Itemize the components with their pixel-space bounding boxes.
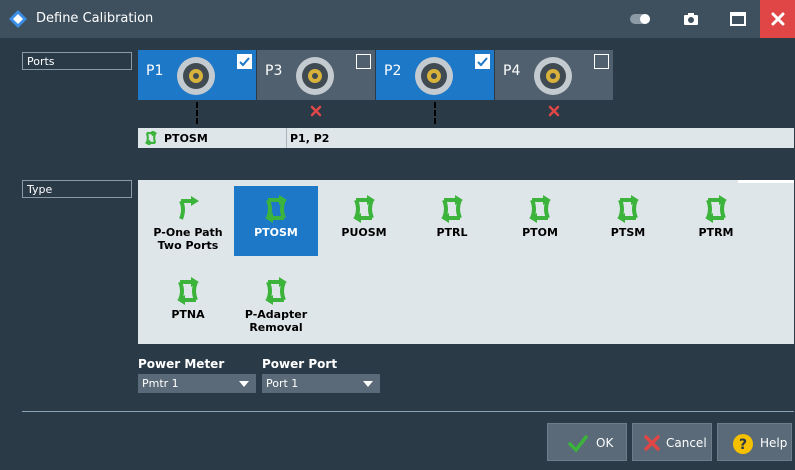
svg-text:?: ? [739, 437, 747, 453]
type-label-line2: Removal [249, 321, 303, 334]
port-name: P1 [146, 63, 164, 79]
type-label: P-Adapter [244, 308, 308, 321]
checkmark-icon [477, 57, 488, 67]
type-p-one-path-two-ports[interactable]: P-One Path Two Ports [146, 186, 230, 268]
connector-icon [415, 57, 453, 95]
two-path-icon [617, 195, 639, 223]
cancel-button[interactable]: Cancel [632, 423, 712, 461]
port-p1[interactable]: P1 [138, 50, 256, 100]
maximize-icon [730, 12, 746, 26]
type-label: PTRL [436, 226, 468, 239]
toggle-button[interactable] [620, 0, 660, 38]
checkmark-icon [568, 435, 588, 453]
two-path-icon [441, 195, 463, 223]
port-name: P3 [265, 63, 283, 79]
type-label: PTRM [698, 226, 734, 239]
type-label-line2: Two Ports [157, 239, 219, 252]
power-meter-label: Power Meter [138, 357, 225, 371]
summary-type: PTOSM [164, 132, 208, 145]
ok-button[interactable]: OK [547, 423, 627, 461]
summary-ports: P1, P2 [290, 132, 330, 145]
two-path-icon [177, 277, 199, 305]
title-bar: Define Calibration [0, 0, 795, 38]
type-label: PTOSM [254, 226, 298, 239]
connected-line [196, 102, 198, 124]
chevron-down-icon [363, 381, 373, 387]
port-p2[interactable]: P2 [376, 50, 494, 100]
type-puosm[interactable]: PUOSM [322, 186, 406, 256]
two-path-icon [529, 195, 551, 223]
power-port-select[interactable]: Port 1 [262, 374, 380, 393]
ptosm-small-icon [144, 131, 158, 145]
app-logo-icon [9, 10, 27, 28]
two-path-icon [265, 195, 287, 223]
power-meter-select[interactable]: Pmtr 1 [138, 374, 256, 393]
help-icon: ? [733, 434, 753, 454]
two-path-icon [705, 195, 727, 223]
checkmark-icon [239, 57, 250, 67]
toggle-icon [630, 14, 650, 24]
connector-icon [534, 57, 572, 95]
ok-label: OK [596, 436, 614, 450]
footer-divider [22, 411, 794, 412]
connector-icon [296, 57, 334, 95]
summary-type-cell: PTOSM [138, 128, 287, 148]
maximize-button[interactable] [718, 0, 758, 38]
power-port-label: Power Port [262, 357, 338, 371]
close-button[interactable] [760, 0, 795, 38]
help-label: Help [760, 436, 788, 450]
calibration-summary-row[interactable]: PTOSM P1, P2 [138, 128, 794, 148]
two-path-icon [353, 195, 375, 223]
connected-line [434, 102, 436, 124]
type-ptrl[interactable]: PTRL [410, 186, 494, 256]
port-name: P4 [503, 63, 521, 79]
one-path-icon [179, 196, 199, 220]
port-checkbox[interactable] [237, 54, 252, 69]
camera-icon [684, 13, 698, 25]
type-label: PTSM [610, 226, 646, 239]
type-ptsm[interactable]: PTSM [586, 186, 670, 256]
type-section-label: Type [22, 180, 132, 198]
cancel-x-icon [644, 435, 660, 451]
port-checkbox[interactable] [475, 54, 490, 69]
two-path-icon [265, 277, 287, 305]
panel-notch [738, 180, 794, 183]
power-meter-value: Pmtr 1 [142, 377, 179, 390]
type-ptom[interactable]: PTOM [498, 186, 582, 256]
type-label: PTNA [171, 308, 205, 321]
type-label: PTOM [522, 226, 558, 239]
type-p-adapter-removal[interactable]: P-Adapter Removal [234, 268, 318, 338]
port-p4[interactable]: P4 [495, 50, 613, 100]
close-icon [771, 12, 784, 26]
not-connected-icon [310, 105, 322, 117]
type-ptosm[interactable]: PTOSM [234, 186, 318, 256]
not-connected-icon [548, 105, 560, 117]
type-label: PUOSM [341, 226, 387, 239]
connector-icon [177, 57, 215, 95]
port-checkbox[interactable] [594, 54, 609, 69]
window-title: Define Calibration [36, 11, 154, 26]
cancel-label: Cancel [666, 436, 707, 450]
port-p3[interactable]: P3 [257, 50, 375, 100]
power-port-value: Port 1 [266, 377, 299, 390]
screenshot-button[interactable] [671, 0, 711, 38]
type-ptna[interactable]: PTNA [146, 268, 230, 338]
port-checkbox[interactable] [356, 54, 371, 69]
ports-section-label: Ports [22, 52, 132, 70]
type-ptrm[interactable]: PTRM [674, 186, 758, 256]
calibration-type-panel: P-One Path Two Ports PTOSM PUOSM PTRL PT… [138, 180, 794, 344]
type-label: P-One Path [153, 226, 223, 239]
help-button[interactable]: ? Help [717, 423, 792, 461]
port-name: P2 [384, 63, 402, 79]
chevron-down-icon [239, 381, 249, 387]
